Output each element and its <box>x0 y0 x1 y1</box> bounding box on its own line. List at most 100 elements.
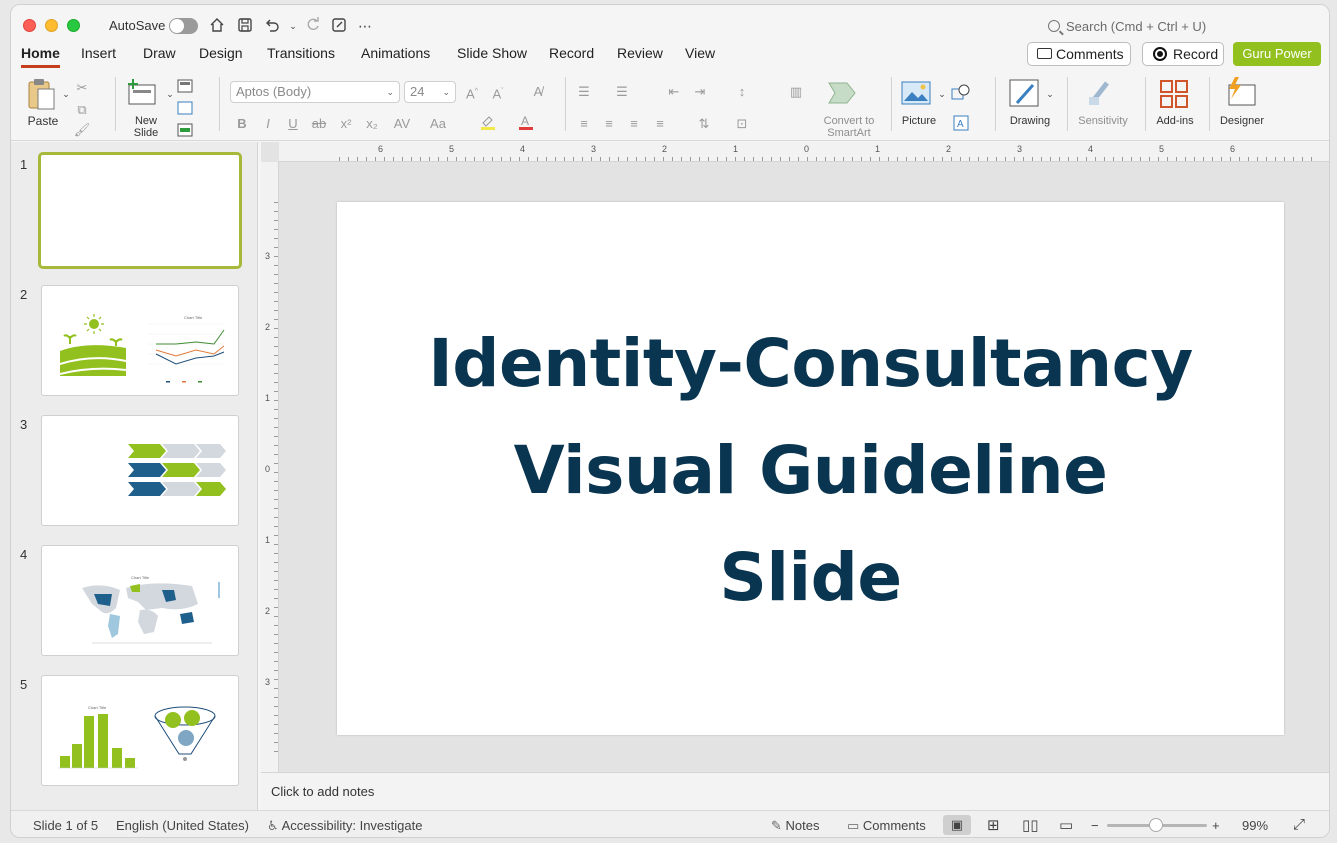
minimize-window-button[interactable] <box>45 19 58 32</box>
change-case-icon[interactable]: Aa <box>425 115 451 133</box>
tab-animations[interactable]: Animations <box>361 45 430 61</box>
ruler-tick <box>1194 157 1195 161</box>
tab-review[interactable]: Review <box>617 45 663 61</box>
designer-icon[interactable] <box>1225 77 1257 110</box>
ruler-tick <box>564 157 565 161</box>
reading-view-icon[interactable]: ▯▯ <box>1022 816 1039 834</box>
decrease-indent-icon[interactable]: ⇤ <box>665 83 683 101</box>
language-indicator[interactable]: English (United States) <box>116 818 249 833</box>
font-name-field[interactable]: Aptos (Body) ⌄ <box>230 81 400 103</box>
comment-icon: ▭ <box>847 818 863 833</box>
picture-dropdown-icon[interactable]: ⌄ <box>933 85 951 103</box>
increase-font-icon[interactable]: A^ <box>463 83 481 103</box>
cut-icon[interactable]: ✂ <box>73 79 91 97</box>
justify-icon[interactable]: ≡ <box>651 115 669 133</box>
drawing-dropdown-icon[interactable]: ⌄ <box>1041 85 1059 103</box>
decrease-font-icon[interactable]: Aˇ <box>489 83 507 103</box>
guru-power-button[interactable]: Guru Power <box>1233 42 1321 66</box>
customize-icon[interactable] <box>329 16 349 36</box>
ruler-tick <box>274 535 278 536</box>
font-size-field[interactable]: 24 ⌄ <box>404 81 456 103</box>
save-icon[interactable] <box>235 16 255 36</box>
accessibility-status[interactable]: ♿︎ Accessibility: Investigate <box>267 818 422 834</box>
zoom-slider-handle[interactable] <box>1149 818 1163 832</box>
slide-title[interactable]: Identity-Consultancy Visual Guideline Sl… <box>337 310 1284 631</box>
layout-icon[interactable] <box>177 79 193 96</box>
notes-pane[interactable]: Click to add notes <box>261 772 1329 810</box>
notes-toggle-label: Notes <box>785 818 820 833</box>
comments-toggle[interactable]: ▭ Comments <box>847 818 926 834</box>
smartart-icon[interactable] <box>827 81 861 108</box>
slide-thumbnail-1[interactable] <box>38 152 242 269</box>
highlight-icon[interactable] <box>479 113 497 136</box>
autosave-toggle[interactable] <box>169 18 198 34</box>
superscript-icon[interactable]: x² <box>337 115 355 133</box>
tab-transitions[interactable]: Transitions <box>267 45 335 61</box>
undo-icon[interactable] <box>262 16 282 36</box>
tab-view[interactable]: View <box>685 45 715 61</box>
slide-thumbnail-2[interactable]: Chart Title <box>41 285 239 396</box>
copy-icon[interactable]: ⧉ <box>73 101 91 119</box>
slide-canvas[interactable]: Identity-Consultancy Visual Guideline Sl… <box>337 202 1284 735</box>
align-right-icon[interactable]: ≡ <box>625 115 643 133</box>
reset-icon[interactable] <box>177 101 193 118</box>
accessibility-label: Accessibility: Investigate <box>281 818 423 833</box>
bold-icon[interactable]: B <box>233 115 251 133</box>
more-options-icon[interactable]: ⋯ <box>355 16 375 36</box>
add-ins-icon[interactable] <box>1159 79 1189 112</box>
zoom-in-icon[interactable]: + <box>1212 818 1220 833</box>
tab-slide-show[interactable]: Slide Show <box>457 45 527 61</box>
clear-formatting-icon[interactable]: A̸ <box>529 83 547 101</box>
tab-design[interactable]: Design <box>199 45 243 61</box>
line-spacing-icon[interactable]: ↕ <box>733 83 751 101</box>
picture-icon[interactable] <box>901 81 931 108</box>
italic-icon[interactable]: I <box>259 115 277 133</box>
text-box-icon[interactable]: A <box>953 115 969 134</box>
align-left-icon[interactable]: ≡ <box>575 115 593 133</box>
slide-thumbnail-5[interactable]: Chart Title <box>41 675 239 786</box>
text-direction-icon[interactable]: ⇅ <box>695 115 713 133</box>
tab-home[interactable]: Home <box>21 45 60 68</box>
fit-to-window-icon[interactable]: ⤢ <box>1293 816 1305 833</box>
font-color-icon[interactable]: A <box>517 113 535 136</box>
paste-icon[interactable] <box>27 77 57 114</box>
close-window-button[interactable] <box>23 19 36 32</box>
shapes-icon[interactable] <box>951 83 971 104</box>
normal-view-icon[interactable]: ▣ <box>943 815 971 835</box>
tab-draw[interactable]: Draw <box>143 45 176 61</box>
maximize-window-button[interactable] <box>67 19 80 32</box>
character-spacing-icon[interactable]: AV <box>389 115 415 133</box>
ruler-tick <box>906 157 907 161</box>
subscript-icon[interactable]: x₂ <box>363 115 381 133</box>
drawing-icon[interactable] <box>1009 79 1041 112</box>
section-icon[interactable] <box>177 123 193 140</box>
columns-icon[interactable]: ▥ <box>787 83 805 101</box>
tab-record[interactable]: Record <box>549 45 594 61</box>
home-icon[interactable] <box>207 16 227 36</box>
underline-icon[interactable]: U <box>284 115 302 133</box>
zoom-level[interactable]: 99% <box>1242 818 1268 833</box>
search-box[interactable]: Search (Cmd + Ctrl + U) <box>1048 19 1206 34</box>
increase-indent-icon[interactable]: ⇥ <box>691 83 709 101</box>
notes-toggle[interactable]: ✎ Notes <box>771 818 819 834</box>
undo-dropdown-icon[interactable]: ⌄ <box>283 16 303 36</box>
sensitivity-icon[interactable] <box>1087 79 1113 110</box>
slide-sorter-icon[interactable]: ⊞ <box>987 816 1000 834</box>
format-painter-icon[interactable]: 🖌 <box>73 121 91 139</box>
bullets-icon[interactable]: ☰ <box>575 83 593 101</box>
ruler-tick <box>274 229 278 230</box>
slide-thumbnail-3[interactable] <box>41 415 239 526</box>
new-slide-icon[interactable] <box>127 79 159 110</box>
redo-icon[interactable] <box>303 16 323 36</box>
zoom-out-icon[interactable]: − <box>1091 818 1099 833</box>
slide-show-icon[interactable]: ▭ <box>1059 816 1073 834</box>
slide-thumbnail-4[interactable]: Chart Title <box>41 545 239 656</box>
strikethrough-icon[interactable]: ab <box>310 115 328 133</box>
tab-insert[interactable]: Insert <box>81 45 116 61</box>
align-center-icon[interactable]: ≡ <box>600 115 618 133</box>
align-text-icon[interactable]: ⊡ <box>733 115 751 133</box>
record-button[interactable]: Record <box>1142 42 1224 66</box>
ruler-tick <box>384 157 385 161</box>
numbering-icon[interactable]: ☰ <box>613 83 631 101</box>
comments-button[interactable]: Comments <box>1027 42 1131 66</box>
